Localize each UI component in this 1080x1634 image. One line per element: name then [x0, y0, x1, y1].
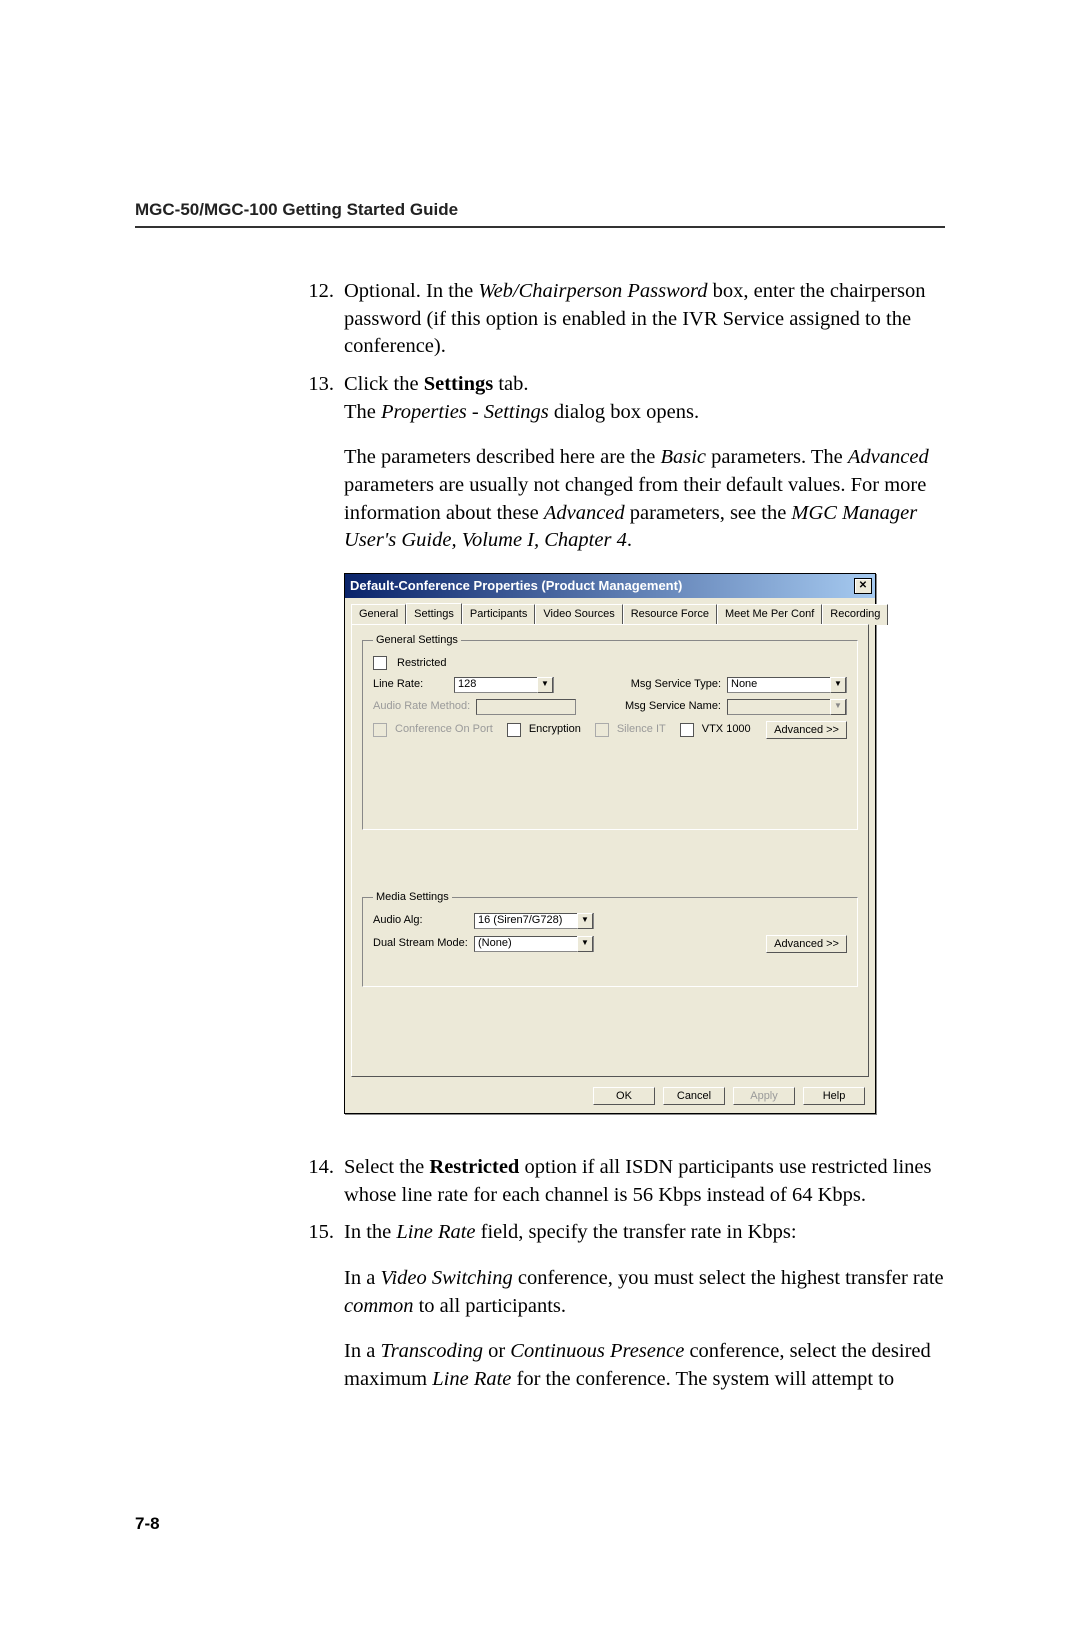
general-settings-group: General Settings Restricted Line Rate: — [362, 633, 858, 830]
vtx1000-label: VTX 1000 — [702, 722, 751, 737]
step-14-text: Select the Restricted option if all ISDN… — [344, 1154, 945, 1209]
silence-it-label: Silence IT — [617, 722, 666, 737]
step-12-text: Optional. In the Web/Chairperson Passwor… — [344, 278, 945, 361]
tab-recording[interactable]: Recording — [822, 604, 888, 625]
step-13: 13. Click the Settings tab. The Properti… — [290, 371, 945, 1144]
step-number: 14. — [290, 1154, 344, 1209]
tab-participants[interactable]: Participants — [462, 604, 535, 625]
tab-video-sources[interactable]: Video Sources — [535, 604, 622, 625]
chevron-down-icon[interactable]: ▼ — [577, 913, 593, 929]
tab-general[interactable]: General — [351, 604, 406, 625]
header-rule — [135, 226, 945, 228]
step-list: 12. Optional. In the Web/Chairperson Pas… — [290, 278, 945, 1394]
dialog-tabs: General Settings Participants Video Sour… — [345, 598, 875, 624]
msg-service-type-dropdown[interactable]: None ▼ — [727, 677, 847, 693]
dual-stream-dropdown[interactable]: (None) ▼ — [474, 936, 594, 952]
silence-it-checkbox — [595, 723, 609, 737]
apply-button: Apply — [733, 1087, 795, 1105]
chevron-down-icon[interactable]: ▼ — [577, 936, 593, 952]
step-13-para2: The parameters described here are the Ba… — [344, 444, 945, 555]
media-settings-legend: Media Settings — [373, 890, 452, 905]
line-rate-dropdown[interactable]: 128 ▼ — [454, 677, 554, 693]
line-rate-label: Line Rate: — [373, 677, 448, 692]
step-15-line1: In the Line Rate field, specify the tran… — [344, 1219, 945, 1247]
dialog-title: Default-Conference Properties (Product M… — [350, 577, 682, 595]
step-14: 14. Select the Restricted option if all … — [290, 1154, 945, 1209]
step-15-para3: In a Transcoding or Continuous Presence … — [344, 1338, 945, 1393]
audio-alg-label: Audio Alg: — [373, 913, 468, 928]
help-button[interactable]: Help — [803, 1087, 865, 1105]
step-15-para2: In a Video Switching conference, you mus… — [344, 1265, 945, 1320]
encryption-checkbox[interactable] — [507, 723, 521, 737]
conference-onport-label: Conference On Port — [395, 722, 493, 737]
conference-onport-checkbox — [373, 723, 387, 737]
step-15: 15. In the Line Rate field, specify the … — [290, 1219, 945, 1393]
step-number: 12. — [290, 278, 344, 361]
restricted-row: Restricted — [373, 656, 847, 671]
tab-settings[interactable]: Settings — [406, 603, 462, 624]
msg-service-type-label: Msg Service Type: — [631, 677, 721, 692]
step-number: 13. — [290, 371, 344, 1144]
tab-body: General Settings Restricted Line Rate: — [351, 624, 869, 1077]
tab-meet-me-per-conf[interactable]: Meet Me Per Conf — [717, 604, 822, 625]
audio-rate-method-dropdown — [476, 699, 576, 715]
audio-alg-dropdown[interactable]: 16 (Siren7/G728) ▼ — [474, 913, 594, 929]
vtx1000-checkbox[interactable] — [680, 723, 694, 737]
cancel-button[interactable]: Cancel — [663, 1087, 725, 1105]
dialog-footer: OK Cancel Apply Help — [345, 1083, 875, 1113]
restricted-checkbox[interactable] — [373, 656, 387, 670]
step-13-line1: Click the Settings tab. The Properties -… — [344, 371, 945, 426]
dual-stream-label: Dual Stream Mode: — [373, 936, 468, 951]
chevron-down-icon: ▼ — [830, 699, 846, 715]
restricted-label: Restricted — [397, 656, 447, 671]
encryption-label: Encryption — [529, 722, 581, 737]
msg-service-name-label: Msg Service Name: — [625, 699, 721, 714]
general-settings-legend: General Settings — [373, 633, 461, 648]
msg-service-name-dropdown: ▼ — [727, 699, 847, 715]
chevron-down-icon[interactable]: ▼ — [537, 677, 553, 693]
step-number: 15. — [290, 1219, 344, 1393]
running-header: MGC-50/MGC-100 Getting Started Guide — [135, 200, 945, 220]
media-settings-group: Media Settings Audio Alg: 16 (Siren7/G72… — [362, 890, 858, 987]
step-12: 12. Optional. In the Web/Chairperson Pas… — [290, 278, 945, 361]
properties-settings-dialog: Default-Conference Properties (Product M… — [344, 573, 876, 1114]
audio-rate-method-label: Audio Rate Method: — [373, 699, 470, 714]
tab-resource-force[interactable]: Resource Force — [623, 604, 717, 625]
page-number: 7-8 — [135, 1514, 945, 1534]
chevron-down-icon[interactable]: ▼ — [830, 677, 846, 693]
close-icon[interactable]: ✕ — [854, 578, 872, 594]
ok-button[interactable]: OK — [593, 1087, 655, 1105]
dialog-titlebar[interactable]: Default-Conference Properties (Product M… — [345, 574, 875, 598]
general-advanced-button[interactable]: Advanced >> — [766, 721, 847, 739]
media-advanced-button[interactable]: Advanced >> — [766, 935, 847, 953]
